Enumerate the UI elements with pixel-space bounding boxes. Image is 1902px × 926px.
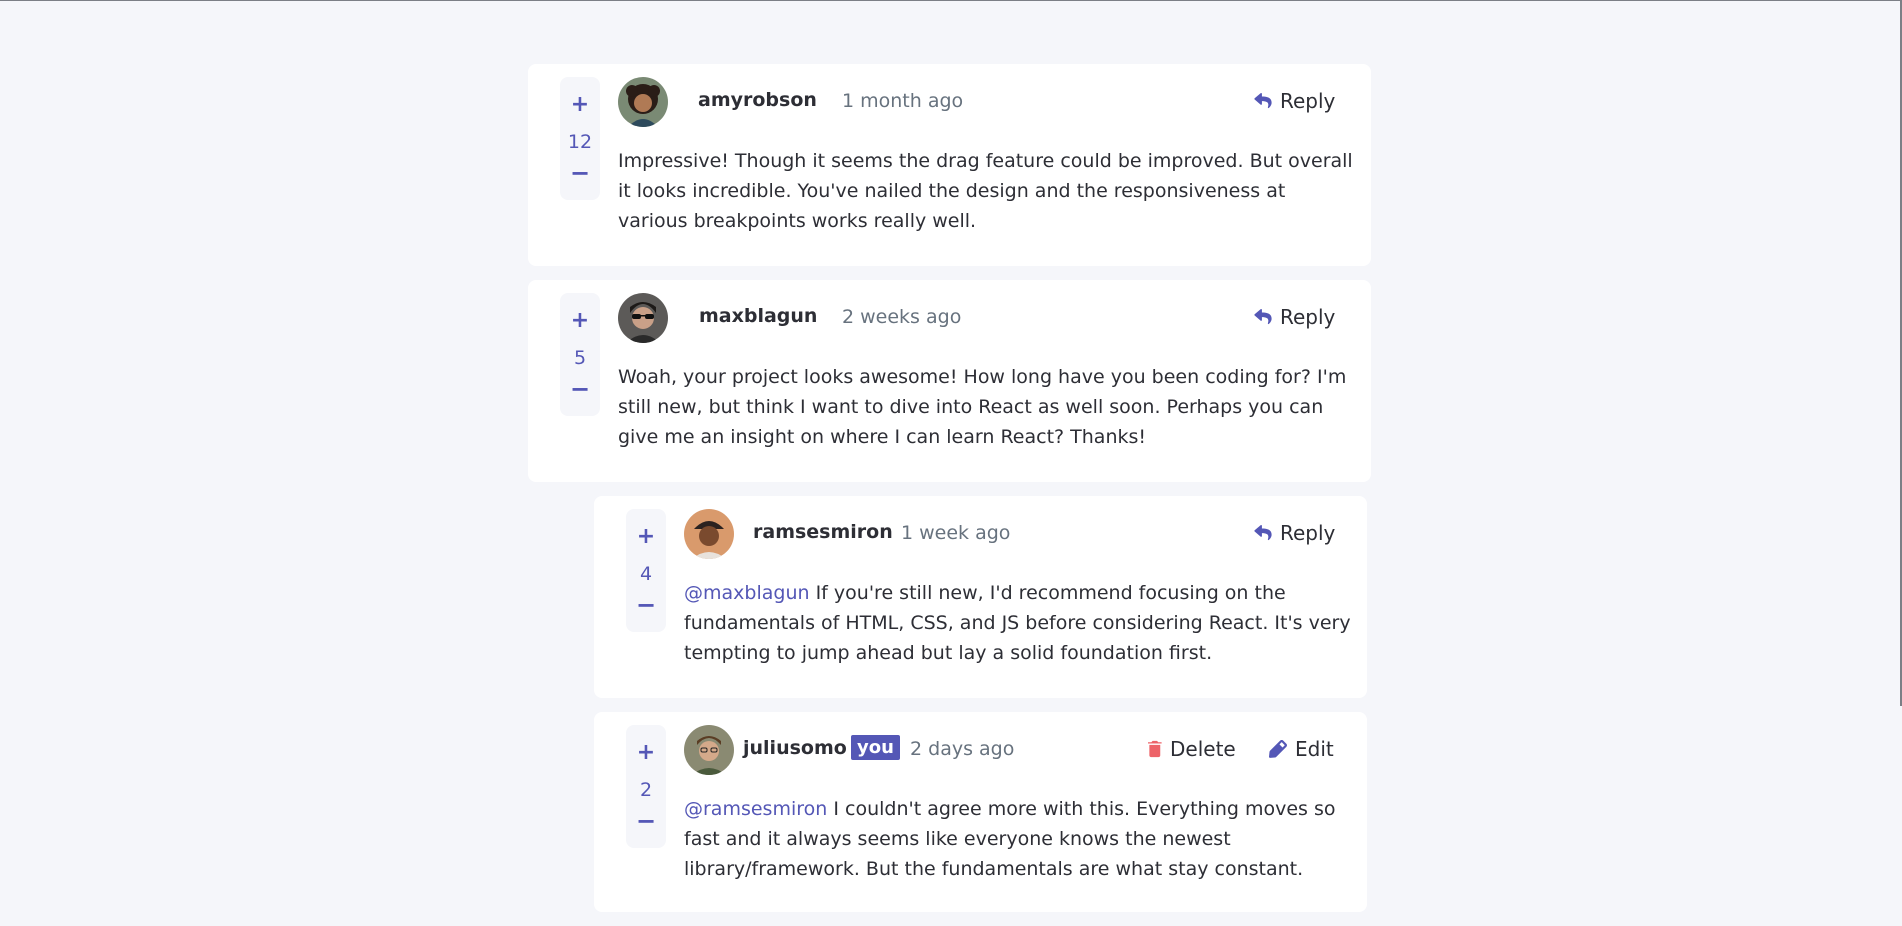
downvote-button[interactable]: − — [560, 161, 600, 185]
vote-control: + 12 − — [560, 77, 600, 200]
edit-button[interactable]: Edit — [1269, 737, 1334, 761]
reply-button[interactable]: Reply — [1254, 305, 1335, 329]
vote-control: + 5 − — [560, 293, 600, 416]
delete-button[interactable]: Delete — [1148, 737, 1236, 761]
avatar — [684, 725, 734, 775]
reply-card: + 4 − ramsesmiron 1 week ago Reply @maxb… — [594, 496, 1367, 698]
edit-label: Edit — [1295, 737, 1334, 761]
comment-content: Woah, your project looks awesome! How lo… — [618, 366, 1347, 448]
username[interactable]: ramsesmiron — [753, 521, 893, 543]
reply-icon — [1254, 309, 1272, 325]
upvote-button[interactable]: + — [560, 94, 600, 116]
downvote-button[interactable]: − — [560, 377, 600, 401]
comment-content: Impressive! Though it seems the drag fea… — [618, 150, 1353, 232]
vote-control: + 2 − — [626, 725, 666, 848]
reply-label: Reply — [1280, 89, 1336, 113]
downvote-button[interactable]: − — [626, 593, 666, 617]
reply-icon — [1254, 93, 1272, 109]
vote-control: + 4 − — [626, 509, 666, 632]
avatar — [618, 77, 668, 127]
delete-icon — [1148, 740, 1162, 758]
timestamp: 1 week ago — [901, 522, 1011, 544]
reply-card: + 2 − juliusomo you 2 days ago Delete Ed… — [594, 712, 1367, 912]
you-badge: you — [851, 735, 900, 760]
upvote-button[interactable]: + — [626, 742, 666, 764]
comment-thread: + 12 − amyrobson 1 month ago Reply Impre… — [528, 64, 1371, 926]
downvote-button[interactable]: − — [626, 809, 666, 833]
reply-button[interactable]: Reply — [1254, 89, 1335, 113]
reply-label: Reply — [1280, 521, 1336, 545]
score: 4 — [639, 563, 653, 585]
reply-icon — [1254, 525, 1272, 541]
timestamp: 2 days ago — [910, 738, 1015, 760]
comment-card: + 12 − amyrobson 1 month ago Reply Impre… — [528, 64, 1371, 266]
avatar — [618, 293, 668, 343]
delete-label: Delete — [1170, 737, 1236, 761]
avatar — [684, 509, 734, 559]
mention-link[interactable]: @maxblagun — [684, 582, 810, 604]
upvote-button[interactable]: + — [560, 310, 600, 332]
timestamp: 1 month ago — [842, 90, 964, 112]
reply-button[interactable]: Reply — [1254, 521, 1335, 545]
comment-content: @maxblagun If you're still new, I'd reco… — [684, 578, 1364, 668]
username[interactable]: maxblagun — [699, 305, 817, 327]
username[interactable]: juliusomo — [743, 737, 847, 759]
edit-icon — [1269, 740, 1287, 758]
comment-content: @ramsesmiron I couldn't agree more with … — [684, 794, 1364, 884]
mention-link[interactable]: @ramsesmiron — [684, 798, 827, 820]
comment-card: + 5 − maxblagun 2 weeks ago Reply Woah, … — [528, 280, 1371, 482]
upvote-button[interactable]: + — [626, 526, 666, 548]
score: 5 — [573, 347, 587, 369]
username[interactable]: amyrobson — [698, 89, 817, 111]
reply-label: Reply — [1280, 305, 1336, 329]
score: 12 — [567, 131, 593, 153]
timestamp: 2 weeks ago — [842, 306, 962, 328]
score: 2 — [639, 779, 653, 801]
